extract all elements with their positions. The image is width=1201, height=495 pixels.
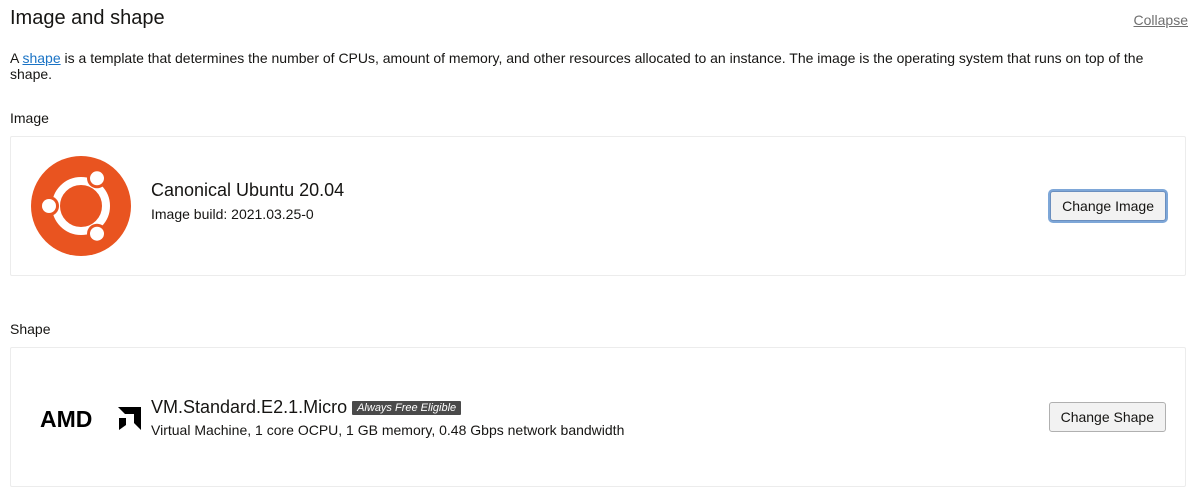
image-name: Canonical Ubuntu 20.04: [151, 180, 345, 200]
always-free-badge: Always Free Eligible: [352, 401, 462, 415]
collapse-link[interactable]: Collapse: [1134, 12, 1188, 28]
image-build: Image build: 2021.03.25-0: [151, 206, 314, 222]
image-card: Canonical Ubuntu 20.04 Image build: 2021…: [10, 136, 1186, 276]
description-prefix: A: [10, 50, 23, 66]
shape-card: AMD VM.Standard.E2.1.Micro Always Free El…: [10, 347, 1186, 487]
ubuntu-logo-icon: [31, 156, 131, 261]
shape-details: Virtual Machine, 1 core OCPU, 1 GB memor…: [151, 422, 625, 438]
description-suffix: is a template that determines the number…: [10, 50, 1144, 82]
shape-section-label: Shape: [10, 321, 51, 337]
shape-name: VM.Standard.E2.1.Micro: [151, 397, 348, 417]
shape-link[interactable]: shape: [22, 50, 60, 66]
image-section-label: Image: [10, 110, 49, 126]
shape-name-line: VM.Standard.E2.1.Micro Always Free Eligib…: [151, 397, 462, 418]
amd-logo-icon: AMD: [40, 406, 142, 435]
amd-logo-text: AMD: [40, 406, 92, 430]
change-shape-button[interactable]: Change Shape: [1048, 402, 1166, 432]
page-title: Image and shape: [10, 7, 165, 29]
change-image-button[interactable]: Change Image: [1050, 191, 1166, 221]
section-description: A shape is a template that determines th…: [10, 50, 1170, 82]
